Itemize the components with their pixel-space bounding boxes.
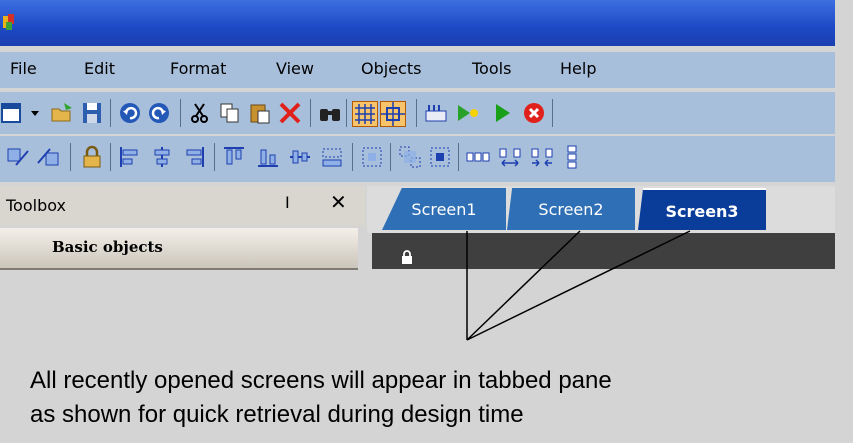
lock-icon	[401, 249, 413, 265]
bring-front-icon[interactable]	[6, 145, 30, 169]
open-folder-icon[interactable]	[50, 101, 74, 125]
menu-edit[interactable]: Edit	[84, 59, 115, 78]
caption-line-1: All recently opened screens will appear …	[30, 367, 612, 394]
menu-objects[interactable]: Objects	[361, 59, 421, 78]
delete-icon[interactable]	[278, 101, 302, 125]
menu-view[interactable]: View	[276, 59, 314, 78]
tab-screen1[interactable]: Screen1	[382, 188, 506, 230]
toolbox-title: Toolbox	[6, 196, 66, 215]
cut-icon[interactable]	[188, 101, 212, 125]
menu-bar: File Edit Format View Objects Tools Help	[0, 52, 835, 88]
menu-help[interactable]: Help	[560, 59, 596, 78]
toolbar-separator	[346, 99, 347, 127]
copy-icon[interactable]	[218, 101, 242, 125]
same-size-icon[interactable]	[320, 145, 344, 169]
dropdown-arrow-icon[interactable]	[28, 101, 42, 125]
space-h-increase-icon[interactable]	[498, 145, 522, 169]
menu-file[interactable]: File	[10, 59, 37, 78]
space-h-decrease-icon[interactable]	[530, 145, 554, 169]
caption-text: All recently opened screens will appear …	[30, 364, 612, 432]
center-icon[interactable]	[428, 145, 452, 169]
toolbar-separator	[180, 99, 181, 127]
pin-icon[interactable]: I	[285, 193, 290, 212]
menu-tools[interactable]: Tools	[472, 59, 511, 78]
toolbox-header: Toolbox I ✕	[0, 186, 365, 226]
align-center-icon[interactable]	[150, 145, 174, 169]
basic-objects-section[interactable]: Basic objects	[0, 228, 358, 270]
redo-icon[interactable]	[147, 101, 171, 125]
toolbar-separator	[110, 143, 111, 171]
close-icon[interactable]: ✕	[330, 190, 347, 214]
lock-icon[interactable]	[80, 145, 104, 169]
tab-label: Screen3	[665, 202, 739, 221]
basic-objects-label: Basic objects	[52, 238, 163, 256]
space-vertical-icon[interactable]	[560, 145, 584, 169]
caption-line-2: as shown for quick retrieval during desi…	[30, 401, 524, 428]
toolbar-separator	[552, 99, 553, 127]
toolbar-separator	[70, 143, 71, 171]
group-icon[interactable]	[360, 145, 384, 169]
run-icon[interactable]	[456, 101, 480, 125]
undo-icon[interactable]	[118, 101, 142, 125]
stop-icon[interactable]	[522, 101, 546, 125]
layout-toolbar	[0, 136, 835, 182]
find-icon[interactable]	[318, 101, 342, 125]
toolbar-separator	[310, 99, 311, 127]
align-left-icon[interactable]	[118, 145, 142, 169]
title-bar	[0, 0, 835, 46]
build-icon[interactable]	[424, 101, 448, 125]
tab-screen2[interactable]: Screen2	[507, 188, 635, 230]
standard-toolbar	[0, 92, 835, 134]
align-right-icon[interactable]	[182, 145, 206, 169]
toolbar-separator	[214, 143, 215, 171]
toolbar-separator	[352, 143, 353, 171]
toolbar-separator	[458, 143, 459, 171]
paste-icon[interactable]	[248, 101, 272, 125]
ungroup-icon[interactable]	[398, 145, 422, 169]
play-icon[interactable]	[490, 101, 514, 125]
screen-canvas-strip	[372, 233, 835, 269]
tab-label: Screen1	[411, 200, 477, 219]
grid-icon[interactable]	[352, 101, 378, 127]
align-top-icon[interactable]	[222, 145, 246, 169]
new-screen-icon[interactable]	[0, 101, 24, 125]
align-bottom-icon[interactable]	[256, 145, 280, 169]
menu-format[interactable]: Format	[170, 59, 226, 78]
app-icon	[3, 14, 15, 30]
align-middle-icon[interactable]	[288, 145, 312, 169]
toolbar-separator	[390, 143, 391, 171]
space-horizontal-icon[interactable]	[466, 145, 490, 169]
send-back-icon[interactable]	[36, 145, 60, 169]
tab-label: Screen2	[538, 200, 604, 219]
toolbar-separator	[416, 99, 417, 127]
save-icon[interactable]	[80, 101, 104, 125]
toolbar-separator	[110, 99, 111, 127]
tab-screen3[interactable]: Screen3	[638, 188, 766, 230]
snap-grid-icon[interactable]	[380, 101, 406, 127]
